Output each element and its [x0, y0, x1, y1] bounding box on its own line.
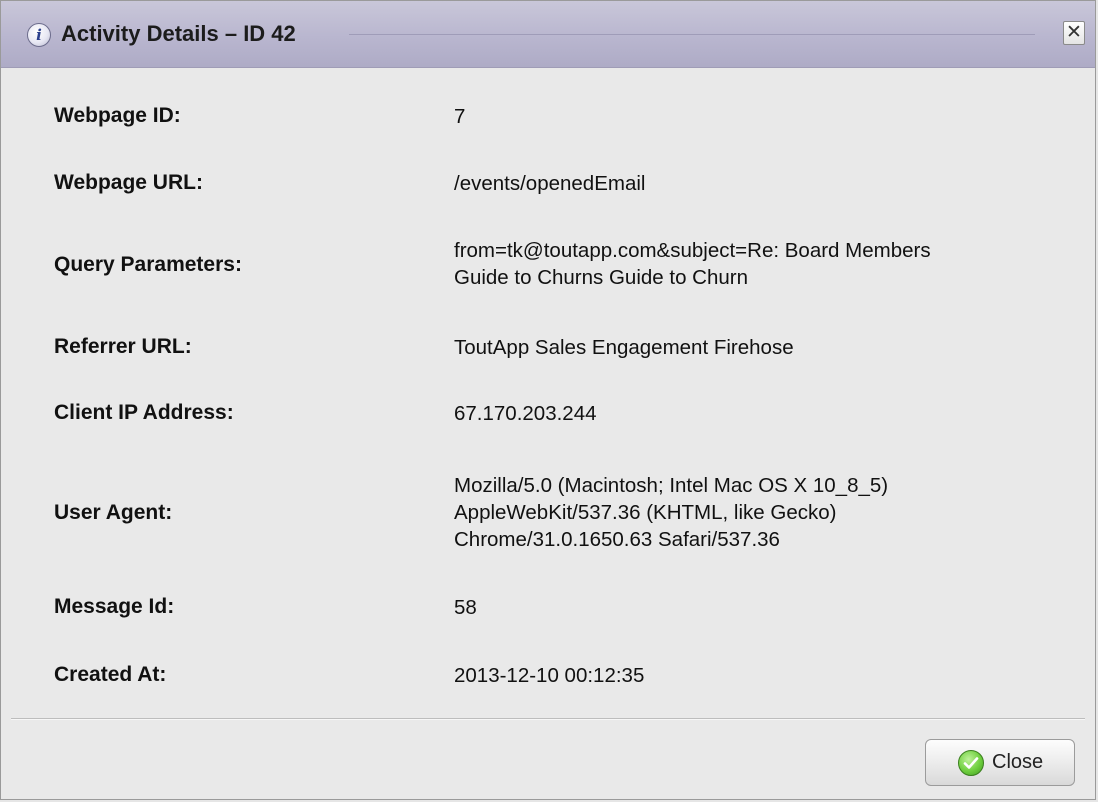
referrer-url-label: Referrer URL: [54, 335, 192, 358]
footer-divider [11, 718, 1085, 720]
activity-details-dialog: i Activity Details – ID 42 ✕ Webpage ID:… [0, 0, 1096, 800]
message-id-label: Message Id: [54, 595, 175, 618]
user-agent-label: User Agent: [54, 501, 173, 524]
client-ip-label: Client IP Address: [54, 401, 234, 424]
user-agent-value: Mozilla/5.0 (Macintosh; Intel Mac OS X 1… [454, 474, 889, 551]
info-icon: i [27, 23, 51, 47]
created-at-value: 2013-12-10 00:12:35 [454, 664, 645, 687]
close-icon[interactable]: ✕ [1063, 21, 1085, 45]
webpage-id-label: Webpage ID: [54, 104, 181, 127]
close-button[interactable]: Close [925, 739, 1075, 786]
query-parameters-label: Query Parameters: [54, 253, 242, 276]
webpage-url-value: /events/openedEmail [454, 172, 646, 195]
created-at-label: Created At: [54, 663, 167, 686]
referrer-url-value: ToutApp Sales Engagement Firehose [454, 336, 794, 359]
client-ip-value: 67.170.203.244 [454, 402, 597, 425]
dialog-title: Activity Details – ID 42 [61, 21, 296, 46]
close-button-label: Close [992, 751, 1044, 773]
dialog-titlebar[interactable]: i Activity Details – ID 42 ✕ [1, 1, 1095, 68]
webpage-id-value: 7 [454, 105, 466, 128]
webpage-url-label: Webpage URL: [54, 171, 203, 194]
message-id-value: 58 [454, 596, 477, 619]
query-parameters-value: from=tk@toutapp.com&subject=Re: Board Me… [454, 239, 931, 289]
checkmark-icon [958, 750, 984, 776]
